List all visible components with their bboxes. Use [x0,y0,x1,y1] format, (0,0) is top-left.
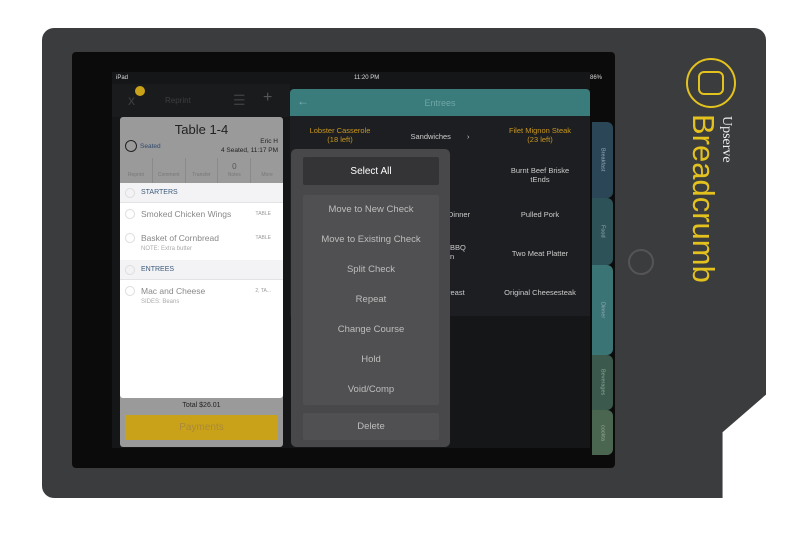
tab-beverages[interactable]: Beverages [592,355,613,410]
clock: 11:20 PM [354,75,380,81]
menu-item[interactable]: BBQ n [450,243,480,262]
void-comp-button[interactable]: Void/Comp [303,377,439,401]
tab-cocktails[interactable]: cockta [592,410,613,455]
menu-item[interactable]: Original Cheesesteak [490,288,590,297]
list-item[interactable]: Smoked Chicken Wings TABLE [120,203,283,227]
action-reprint[interactable]: Reprint [120,158,153,183]
menu-category[interactable]: Sandwiches › [390,132,490,141]
repeat-button[interactable]: Repeat [303,287,439,311]
menu-item[interactable]: Lobster Casserole (18 left) [290,126,390,145]
check-total: Total $26.01 [182,402,221,409]
check-items-list: STARTERS Smoked Chicken Wings TABLE Baske… [120,183,283,398]
split-check-button[interactable]: Split Check [303,257,439,281]
back-arrow-icon[interactable]: ← [297,94,309,108]
seated-info: 4 Seated, 11:17 PM [221,147,278,154]
select-all-button[interactable]: Select All [303,157,439,185]
action-transfer[interactable]: Transfer [186,158,219,183]
delete-button[interactable]: Delete [303,413,439,440]
home-button[interactable] [628,249,654,275]
check-title: Table 1-4 [174,122,229,137]
move-to-existing-check-button[interactable]: Move to Existing Check [303,227,439,251]
action-more[interactable]: More [251,158,283,183]
check-actions: Reprint Comment Transfer 0 Notes More [120,158,283,183]
seated-checkbox[interactable] [125,140,137,152]
logo-mark-icon [698,71,724,95]
payments-button[interactable]: Payments [125,415,278,440]
server-name: Eric H [260,138,278,145]
menu-item[interactable]: Pulled Pork [490,210,590,219]
menu-item[interactable]: Burnt Beef Briske tEnds [490,166,590,185]
battery: 86% [590,75,603,81]
list-item[interactable]: Basket of Cornbread TABLE NOTE: Extra butt… [120,227,283,260]
menu-header: Entrees [290,89,590,116]
menu-item[interactable]: Dinner [448,210,488,219]
section-entrees[interactable]: ENTREES [120,260,283,280]
change-course-button[interactable]: Change Course [303,317,439,341]
notification-badge [135,86,145,96]
chevron-right-icon: › [467,132,470,141]
move-to-new-check-button[interactable]: Move to New Check [303,197,439,221]
tab-dinner[interactable]: Dinner [592,265,613,355]
hold-button[interactable]: Hold [303,347,439,371]
seated-status: Seated [140,143,161,150]
menu-item[interactable]: Two Meat Platter [490,249,590,258]
tab-food[interactable]: Food [592,198,613,265]
brand-company: Upserve [719,116,734,163]
device-name: iPad [116,75,129,81]
list-item[interactable]: Mac and Cheese 2, TA... SIDES: Beans [120,280,283,313]
tab-breakfast[interactable]: Breakfast [592,122,613,198]
add-icon[interactable]: + [263,89,272,107]
list-icon[interactable]: ☰ [233,92,246,109]
brand-product: Breadcrumb [686,114,721,283]
action-comment[interactable]: Comment [153,158,186,183]
close-icon[interactable]: x [128,92,135,108]
reprint-button[interactable]: Reprint [165,96,191,105]
section-starters[interactable]: STARTERS [120,183,283,203]
menu-item[interactable]: reast [448,288,488,297]
menu-item[interactable]: Filet Mignon Steak (23 left) [490,126,590,145]
action-notes[interactable]: 0 Notes [218,158,252,183]
